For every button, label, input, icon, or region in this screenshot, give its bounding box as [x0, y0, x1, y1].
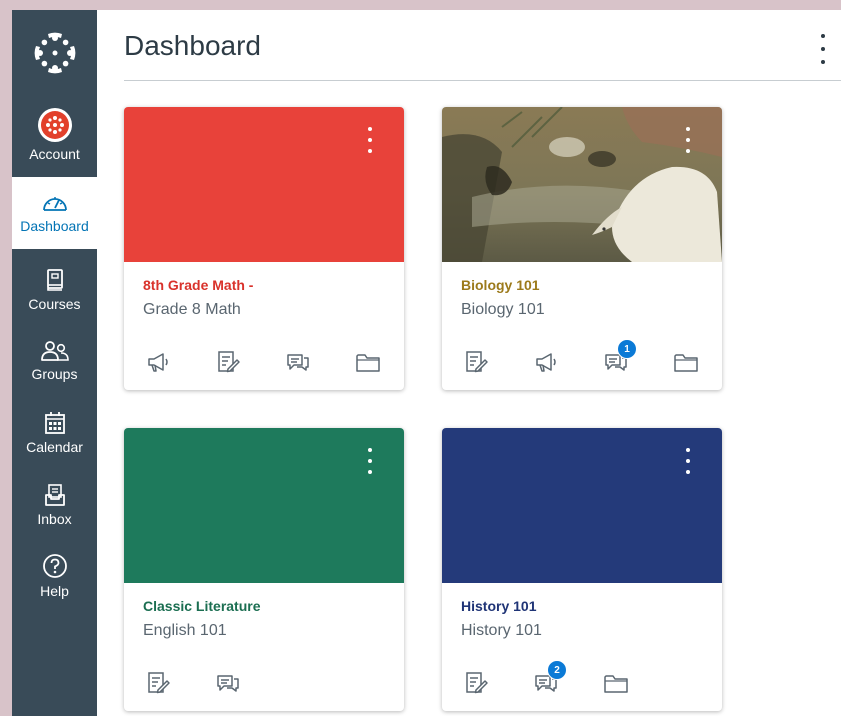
groups-icon	[40, 341, 69, 361]
card-title[interactable]: 8th Grade Math -	[143, 277, 253, 293]
card-title[interactable]: Classic Literature	[143, 598, 261, 614]
main-content: Dashboard 8th Grade Math - Grade 8 Math	[97, 10, 841, 716]
polar-bear-image	[442, 107, 722, 262]
course-card-math[interactable]: 8th Grade Math - Grade 8 Math	[124, 107, 404, 390]
kebab-icon	[686, 127, 690, 131]
files-icon[interactable]	[601, 668, 631, 698]
announcements-icon[interactable]	[531, 347, 561, 377]
discussions-icon[interactable]	[283, 347, 313, 377]
help-icon	[42, 554, 67, 578]
course-card-biology[interactable]: Biology 101 Biology 101 1	[442, 107, 722, 390]
user-logo-icon	[45, 116, 64, 134]
card-action-icons: 2	[442, 660, 722, 698]
card-subtitle: Grade 8 Math	[143, 301, 241, 318]
page-title: Dashboard	[124, 30, 261, 61]
inbox-icon	[44, 484, 65, 506]
card-options-button[interactable]	[682, 127, 694, 153]
header-divider	[124, 80, 841, 81]
nav-inbox-label: Inbox	[37, 511, 72, 527]
unread-badge: 1	[617, 339, 637, 359]
card-subtitle: English 101	[143, 622, 227, 639]
canvas-logo-icon	[34, 32, 75, 73]
calendar-icon	[44, 412, 65, 434]
kebab-icon	[368, 127, 372, 131]
global-nav: Account Dashboard Courses Groups Calenda…	[12, 10, 97, 716]
nav-courses-label: Courses	[28, 296, 81, 312]
nav-account[interactable]: Account	[12, 99, 97, 171]
files-icon[interactable]	[353, 347, 383, 377]
canvas-logo[interactable]	[12, 10, 97, 95]
nav-help[interactable]: Help	[12, 540, 97, 612]
card-subtitle: Biology 101	[461, 301, 545, 318]
nav-inbox[interactable]: Inbox	[12, 469, 97, 541]
card-hero-biology[interactable]	[442, 107, 722, 262]
dashboard-options-button[interactable]	[815, 34, 831, 64]
kebab-icon	[368, 448, 372, 452]
nav-groups[interactable]: Groups	[12, 325, 97, 397]
nav-groups-label: Groups	[31, 366, 78, 382]
nav-help-label: Help	[40, 583, 69, 599]
nav-courses[interactable]: Courses	[12, 254, 97, 326]
card-action-icons	[124, 347, 404, 377]
card-action-icons	[124, 668, 404, 698]
assignments-icon[interactable]	[213, 347, 243, 377]
nav-account-label: Account	[29, 146, 80, 162]
card-options-button[interactable]	[682, 448, 694, 474]
unread-badge: 2	[547, 660, 567, 680]
kebab-icon	[821, 34, 825, 38]
card-hero-literature[interactable]	[124, 428, 404, 583]
nav-calendar[interactable]: Calendar	[12, 397, 97, 469]
files-icon[interactable]	[671, 347, 701, 377]
avatar	[37, 108, 72, 142]
assignments-icon[interactable]	[461, 347, 491, 377]
course-card-literature[interactable]: Classic Literature English 101	[124, 428, 404, 711]
nav-dashboard[interactable]: Dashboard	[12, 177, 97, 249]
announcements-icon[interactable]	[143, 347, 173, 377]
assignments-icon[interactable]	[461, 668, 491, 698]
course-card-history[interactable]: History 101 History 101 2	[442, 428, 722, 711]
card-title[interactable]: History 101	[461, 598, 536, 614]
card-options-button[interactable]	[364, 127, 376, 153]
assignments-icon[interactable]	[143, 668, 173, 698]
app-frame: Account Dashboard Courses Groups Calenda…	[12, 10, 841, 716]
nav-calendar-label: Calendar	[26, 439, 83, 455]
card-hero-math[interactable]	[124, 107, 404, 262]
card-hero-history[interactable]	[442, 428, 722, 583]
card-title[interactable]: Biology 101	[461, 277, 540, 293]
discussions-icon[interactable]: 1	[601, 339, 637, 377]
nav-dashboard-label: Dashboard	[20, 218, 89, 234]
card-action-icons: 1	[442, 339, 722, 377]
kebab-icon	[686, 448, 690, 452]
card-subtitle: History 101	[461, 622, 542, 639]
discussions-icon[interactable]: 2	[531, 660, 567, 698]
dashboard-icon	[42, 197, 67, 211]
card-options-button[interactable]	[364, 448, 376, 474]
courses-icon	[46, 269, 63, 291]
discussions-icon[interactable]	[213, 668, 243, 698]
